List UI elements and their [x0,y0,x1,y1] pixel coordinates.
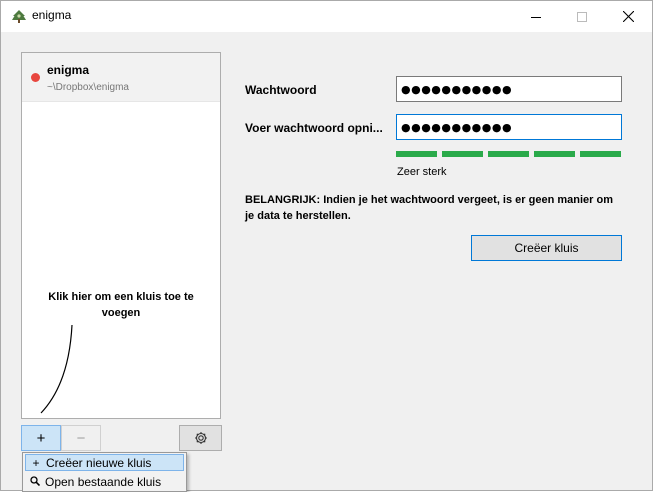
window-title: enigma [32,8,72,22]
title-bar: enigma [1,1,652,32]
search-icon [25,475,45,489]
gear-icon [194,432,207,444]
strength-segment [442,151,483,157]
menu-item-open-vault[interactable]: Open bestaande kluis [25,473,184,490]
vault-path: ~\Dropbox\enigma [47,82,129,93]
vault-status-dot [31,73,40,82]
confirm-password-label: Voer wachtwoord opni... [245,121,383,135]
maximize-button[interactable] [559,1,605,32]
strength-segment [396,151,437,157]
add-vault-button[interactable]: + [21,425,61,451]
vault-list-item[interactable]: enigma ~\Dropbox\enigma [22,53,220,102]
add-vault-menu: + Creëer nieuwe kluis Open bestaande klu… [22,452,187,492]
close-button[interactable] [605,1,651,32]
create-vault-button[interactable]: Creëer kluis [471,235,622,261]
remove-vault-button[interactable]: − [61,425,101,451]
minimize-button[interactable] [513,1,559,32]
strength-segment [534,151,575,157]
password-label: Wachtwoord [245,83,317,97]
settings-button[interactable] [179,425,222,451]
menu-item-create-vault[interactable]: + Creëer nieuwe kluis [25,454,184,471]
app-window: enigma enigma ~\Dropbox\enigma Klik hier… [0,0,653,492]
strength-segment [488,151,529,157]
important-warning: BELANGRIJK: Indien je het wachtwoord ver… [245,194,613,222]
menu-item-label: Open bestaande kluis [45,474,162,489]
menu-item-label: Creëer nieuwe kluis [46,455,152,470]
add-vault-hint: Klik hier om een kluis toe te voegen [48,291,194,319]
vault-list: enigma ~\Dropbox\enigma Klik hier om een… [21,52,221,419]
password-field[interactable]: ●●●●●●●●●●● [396,76,622,102]
strength-label: Zeer sterk [397,166,447,178]
strength-segment [580,151,621,157]
minimize-icon [531,16,541,18]
hint-arrow-icon [40,324,73,414]
vault-name: enigma [47,63,90,77]
maximize-icon [577,11,587,22]
close-icon [622,11,634,22]
plus-icon: + [32,455,40,470]
app-logo-icon [12,10,26,23]
confirm-password-field[interactable]: ●●●●●●●●●●● [396,114,622,140]
